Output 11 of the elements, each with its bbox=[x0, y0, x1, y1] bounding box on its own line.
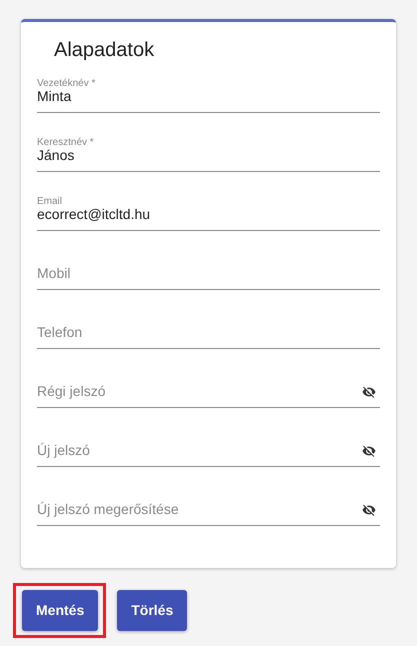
input-field[interactable]: Mobil bbox=[37, 263, 380, 289]
eye-slash-icon[interactable] bbox=[362, 503, 376, 517]
password-field[interactable]: Új jelszó bbox=[37, 440, 362, 466]
eye-slash-icon[interactable] bbox=[362, 385, 376, 399]
save-button[interactable]: Mentés bbox=[22, 590, 98, 631]
card-title: Alapadatok bbox=[54, 38, 156, 63]
password-field[interactable]: Régi jelszó bbox=[37, 381, 362, 407]
password-field[interactable]: Új jelszó megerősítése bbox=[37, 499, 362, 525]
eye-slash-icon[interactable] bbox=[362, 444, 376, 458]
delete-button[interactable]: Törlés bbox=[117, 590, 188, 631]
input-field[interactable]: Telefon bbox=[37, 322, 380, 348]
